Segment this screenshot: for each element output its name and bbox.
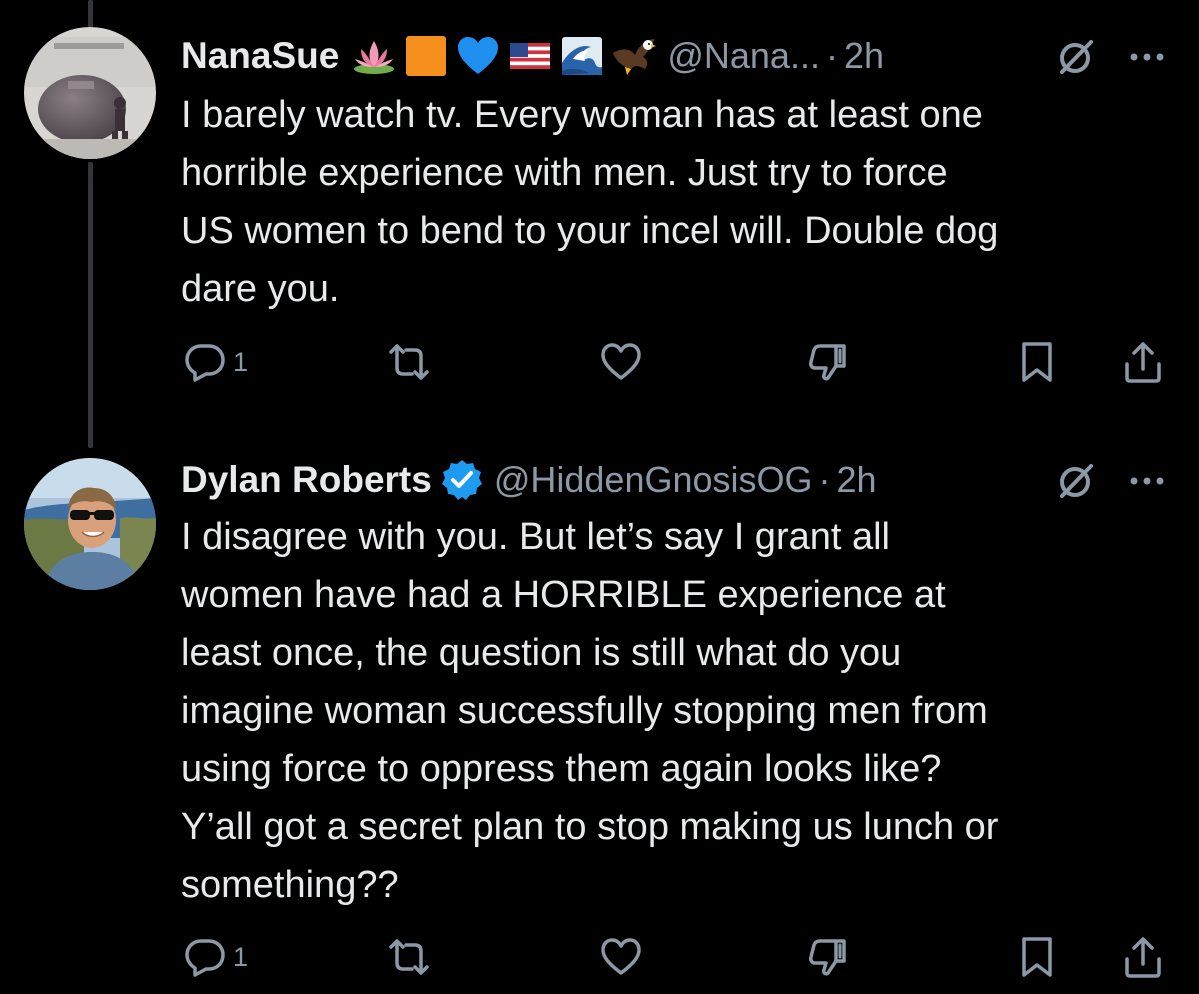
dislike-button[interactable]	[806, 337, 850, 387]
avatar[interactable]	[24, 458, 156, 590]
handle[interactable]: @Nana...	[667, 35, 820, 77]
blue-heart-icon	[458, 37, 499, 74]
heart-icon	[601, 343, 641, 380]
reply-icon	[185, 344, 225, 382]
display-name[interactable]: Dylan Roberts	[181, 459, 432, 501]
reply-button[interactable]: 1	[183, 337, 248, 387]
avatar-image-icon	[24, 458, 156, 590]
tweet-text: I barely watch tv. Every woman has at le…	[181, 94, 999, 310]
avatar[interactable]	[24, 27, 156, 159]
tweet-header: NanaSue @Nana... · 2h	[181, 28, 884, 84]
lotus-icon	[354, 41, 395, 74]
share-icon	[1125, 937, 1161, 978]
heart-icon	[601, 938, 641, 975]
reply-button[interactable]: 1	[183, 932, 248, 982]
reply-count: 1	[233, 941, 249, 972]
handle[interactable]: @HiddenGnosisOG	[494, 459, 813, 501]
like-button[interactable]	[599, 337, 643, 387]
thumbs-down-icon	[809, 344, 846, 381]
avatar-image-icon	[24, 27, 156, 159]
more-options-icon[interactable]	[1126, 36, 1168, 78]
wave-icon	[562, 37, 603, 75]
separator-dot: ·	[825, 35, 838, 76]
name-emojis	[351, 33, 657, 79]
grok-icon[interactable]	[1055, 460, 1097, 502]
share-button[interactable]	[1121, 932, 1165, 982]
action-bar: 1	[181, 932, 1171, 982]
tweet[interactable]: Dylan Roberts @HiddenGnosisOG · 2h I dis…	[0, 450, 1199, 994]
reply-icon	[185, 939, 225, 977]
grok-icon[interactable]	[1055, 36, 1097, 78]
thumbs-down-icon	[809, 939, 846, 976]
like-button[interactable]	[599, 932, 643, 982]
repost-button[interactable]	[387, 337, 431, 387]
display-name[interactable]: NanaSue	[181, 35, 339, 77]
verified-badge-icon[interactable]	[440, 458, 484, 502]
tweet-header: Dylan Roberts @HiddenGnosisOG · 2h	[181, 452, 877, 508]
us-flag-icon	[510, 43, 551, 69]
tweet[interactable]: NanaSue @Nana... · 2h I barely watch tv.…	[0, 0, 1199, 450]
reply-count: 1	[233, 346, 249, 377]
orange-square-icon	[406, 36, 447, 76]
dislike-button[interactable]	[806, 932, 850, 982]
action-bar: 1	[181, 337, 1171, 387]
repost-icon	[389, 939, 429, 975]
share-button[interactable]	[1121, 337, 1165, 387]
bookmark-button[interactable]	[1015, 932, 1059, 982]
eagle-icon	[613, 39, 657, 75]
bookmark-icon	[1022, 342, 1052, 382]
repost-icon	[389, 344, 429, 380]
bookmark-icon	[1022, 937, 1052, 977]
tweet-text: I disagree with you. But let’s say I gra…	[181, 516, 999, 906]
more-options-icon[interactable]	[1126, 460, 1168, 502]
timestamp[interactable]: 2h	[844, 35, 884, 77]
repost-button[interactable]	[387, 932, 431, 982]
bookmark-button[interactable]	[1015, 337, 1059, 387]
share-icon	[1125, 342, 1161, 383]
timestamp[interactable]: 2h	[837, 459, 877, 501]
separator-dot: ·	[818, 459, 831, 500]
